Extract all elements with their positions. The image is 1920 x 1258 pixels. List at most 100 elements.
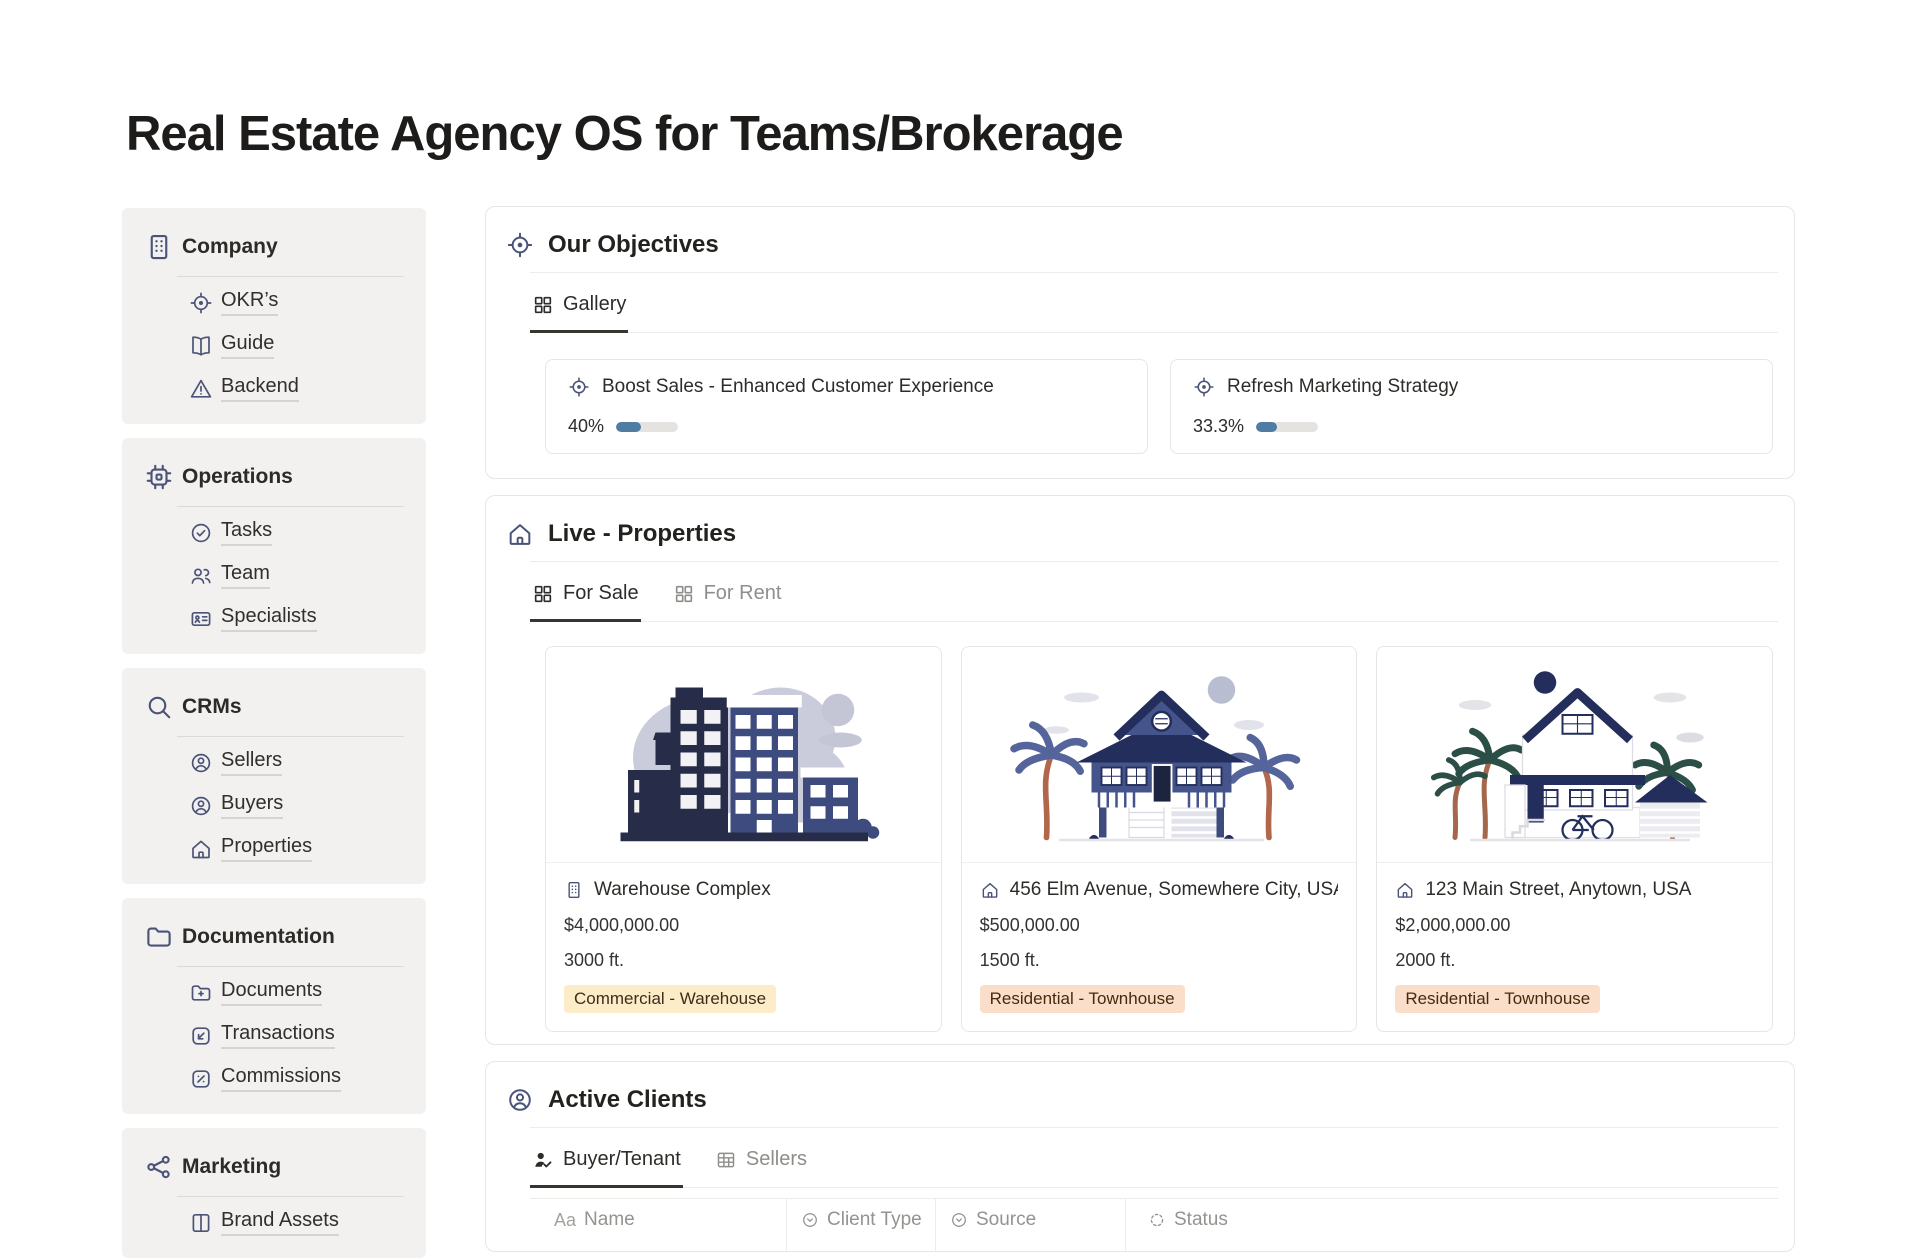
- sidebar-section-company: Company OKR’s Guide Backend: [122, 208, 426, 424]
- tab-label: Sellers: [746, 1148, 807, 1171]
- target-icon: [1193, 376, 1215, 398]
- sidebar-item-brand-assets[interactable]: Brand Assets: [189, 1209, 404, 1236]
- grid-icon: [673, 583, 695, 605]
- home-icon: [189, 837, 213, 861]
- property-card-main-street[interactable]: 123 Main Street, Anytown, USA $2,000,000…: [1376, 646, 1773, 1032]
- select-circle-icon: [950, 1211, 968, 1229]
- properties-panel: Live - Properties For Sale For Rent: [485, 495, 1795, 1045]
- sidebar-item-label: Team: [221, 562, 270, 589]
- transaction-icon: [189, 1024, 213, 1048]
- sidebar-section-title: CRMs: [182, 695, 242, 719]
- sidebar-item-label: Tasks: [221, 519, 272, 546]
- tab-for-rent[interactable]: For Rent: [671, 574, 784, 622]
- progress-bar: [1256, 422, 1318, 432]
- sidebar-item-label: Buyers: [221, 792, 283, 819]
- column-label: Client Type: [827, 1209, 922, 1231]
- properties-title: Live - Properties: [548, 520, 736, 548]
- sidebar-item-label: Properties: [221, 835, 312, 862]
- column-header-client-type[interactable]: Client Type: [787, 1199, 936, 1251]
- user-circle-icon: [189, 794, 213, 818]
- property-size: 3000 ft.: [564, 950, 923, 971]
- sidebar-item-label: Sellers: [221, 749, 282, 776]
- progress-bar-fill: [616, 422, 641, 432]
- sidebar-item-transactions[interactable]: Transactions: [189, 1022, 404, 1049]
- check-circle-icon: [189, 521, 213, 545]
- property-price: $4,000,000.00: [564, 915, 923, 936]
- sidebar-section-title: Marketing: [182, 1155, 281, 1179]
- divider: [177, 736, 404, 737]
- property-size: 2000 ft.: [1395, 950, 1754, 971]
- person-check-icon: [532, 1149, 554, 1171]
- progress-label: 33.3%: [1193, 416, 1244, 437]
- target-icon: [189, 291, 213, 315]
- city-buildings-illustration: [546, 647, 941, 863]
- sidebar-item-guide[interactable]: Guide: [189, 332, 404, 359]
- sidebar-section-documentation: Documentation Documents Transactions Com…: [122, 898, 426, 1114]
- sidebar-item-commissions[interactable]: Commissions: [189, 1065, 404, 1092]
- divider: [177, 966, 404, 967]
- tab-buyer-tenant[interactable]: Buyer/Tenant: [530, 1140, 683, 1188]
- sidebar: Company OKR’s Guide Backend Operations T…: [122, 208, 426, 1258]
- divider: [177, 276, 404, 277]
- columns-icon: [189, 1211, 213, 1235]
- objectives-title: Our Objectives: [548, 231, 719, 259]
- property-card-elm-avenue[interactable]: 456 Elm Avenue, Somewhere City, USA $500…: [961, 646, 1358, 1032]
- progress-label: 40%: [568, 416, 604, 437]
- objectives-tabbar: Gallery: [530, 273, 1778, 333]
- folder-plus-icon: [189, 981, 213, 1005]
- folder-icon: [144, 922, 174, 952]
- target-icon: [506, 231, 534, 259]
- column-label: Source: [976, 1209, 1036, 1231]
- sidebar-item-label: Documents: [221, 979, 322, 1006]
- id-card-icon: [189, 607, 213, 631]
- column-label: Status: [1174, 1209, 1228, 1231]
- objective-card[interactable]: Refresh Marketing Strategy 33.3%: [1170, 359, 1773, 454]
- progress-bar-fill: [1256, 422, 1277, 432]
- main-content: Our Objectives Gallery Boost Sales - Enh…: [485, 206, 1795, 1252]
- sidebar-item-tasks[interactable]: Tasks: [189, 519, 404, 546]
- sidebar-section-title: Company: [182, 235, 278, 259]
- sidebar-item-buyers[interactable]: Buyers: [189, 792, 404, 819]
- sidebar-item-properties[interactable]: Properties: [189, 835, 404, 862]
- home-icon: [1395, 880, 1415, 900]
- column-header-status[interactable]: Status: [1126, 1199, 1778, 1251]
- home-icon: [506, 520, 534, 548]
- property-tag: Commercial - Warehouse: [564, 985, 776, 1013]
- sidebar-item-label: Transactions: [221, 1022, 335, 1049]
- sidebar-item-backend[interactable]: Backend: [189, 375, 404, 402]
- users-icon: [189, 564, 213, 588]
- building-icon: [564, 880, 584, 900]
- tab-label: For Sale: [563, 582, 639, 605]
- sidebar-item-label: Commissions: [221, 1065, 341, 1092]
- tab-sellers[interactable]: Sellers: [713, 1140, 809, 1188]
- sidebar-section-title: Operations: [182, 465, 293, 489]
- sidebar-item-sellers[interactable]: Sellers: [189, 749, 404, 776]
- objective-card[interactable]: Boost Sales - Enhanced Customer Experien…: [545, 359, 1148, 454]
- sidebar-item-label: Specialists: [221, 605, 317, 632]
- property-size: 1500 ft.: [980, 950, 1339, 971]
- text-icon: Aa: [554, 1210, 576, 1231]
- status-spinner-icon: [1148, 1211, 1166, 1229]
- sidebar-item-documents[interactable]: Documents: [189, 979, 404, 1006]
- tab-label: For Rent: [704, 582, 782, 605]
- tab-for-sale[interactable]: For Sale: [530, 574, 641, 622]
- sidebar-item-team[interactable]: Team: [189, 562, 404, 589]
- sidebar-section-marketing: Marketing Brand Assets: [122, 1128, 426, 1258]
- column-header-name[interactable]: Aa Name: [530, 1199, 787, 1251]
- sidebar-item-okrs[interactable]: OKR’s: [189, 289, 404, 316]
- property-tag: Residential - Townhouse: [1395, 985, 1600, 1013]
- column-header-source[interactable]: Source: [936, 1199, 1126, 1251]
- property-price: $500,000.00: [980, 915, 1339, 936]
- sidebar-section-crms: CRMs Sellers Buyers Properties: [122, 668, 426, 884]
- search-icon: [144, 692, 174, 722]
- select-circle-icon: [801, 1211, 819, 1229]
- property-card-warehouse[interactable]: Warehouse Complex $4,000,000.00 3000 ft.…: [545, 646, 942, 1032]
- tab-label: Buyer/Tenant: [563, 1148, 681, 1171]
- sidebar-item-label: Guide: [221, 332, 274, 359]
- grid-icon: [532, 583, 554, 605]
- sidebar-item-specialists[interactable]: Specialists: [189, 605, 404, 632]
- user-circle-icon: [506, 1086, 534, 1114]
- tab-gallery[interactable]: Gallery: [530, 285, 628, 333]
- properties-tabbar: For Sale For Rent: [530, 562, 1778, 622]
- property-tag: Residential - Townhouse: [980, 985, 1185, 1013]
